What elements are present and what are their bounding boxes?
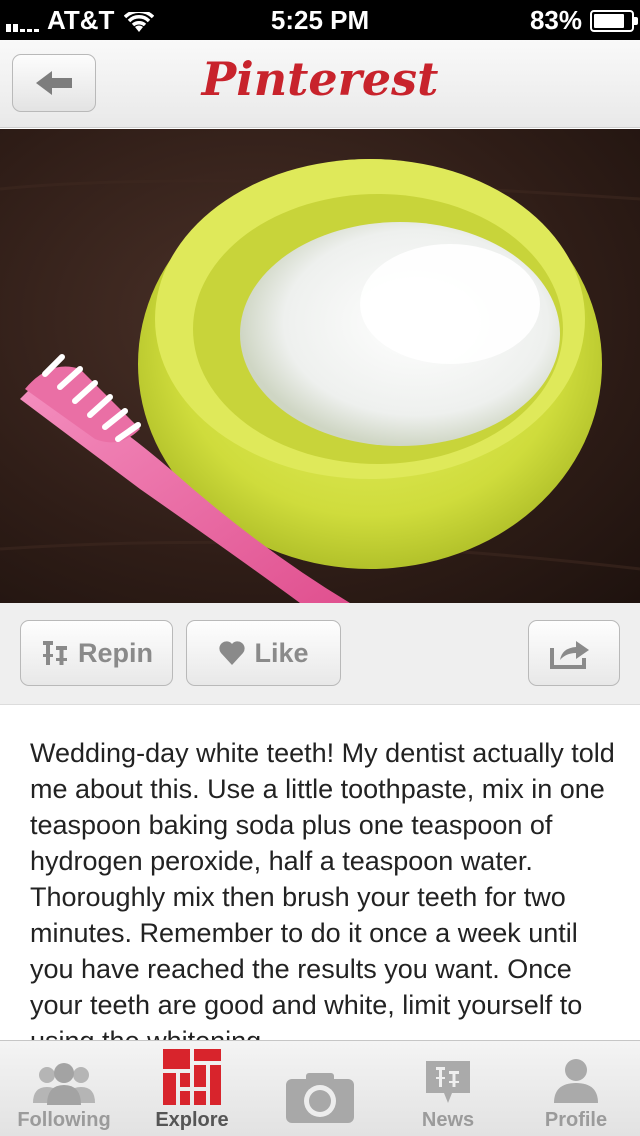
like-label: Like xyxy=(254,637,309,668)
tab-label-news: News xyxy=(421,1109,475,1131)
battery-percent: 83% xyxy=(529,5,582,35)
explore-icon xyxy=(163,1049,221,1105)
tab-explore[interactable]: Explore xyxy=(128,1041,256,1136)
heart-icon xyxy=(219,641,246,665)
tab-news[interactable]: News xyxy=(384,1041,512,1136)
tab-label-profile: Profile xyxy=(544,1109,608,1131)
status-bar: AT&T 5:25 PM 83% xyxy=(0,0,640,40)
profile-icon xyxy=(551,1049,601,1105)
repin-button[interactable]: Repin xyxy=(20,620,173,686)
share-icon xyxy=(550,641,589,669)
pin-description: Wedding-day white teeth! My dentist actu… xyxy=(30,738,615,1040)
pinterest-logo[interactable]: Pinterest xyxy=(0,52,640,106)
tab-label-explore: Explore xyxy=(155,1109,229,1131)
news-icon xyxy=(424,1049,472,1105)
tab-label-following: Following xyxy=(17,1109,111,1131)
tab-following[interactable]: Following xyxy=(0,1041,128,1136)
repin-icon xyxy=(42,641,67,665)
pin-photo-illustration xyxy=(0,159,640,603)
tab-camera[interactable] xyxy=(256,1041,384,1136)
tab-bar: Following Explore News Profile xyxy=(0,1040,640,1136)
tab-profile[interactable]: Profile xyxy=(512,1041,640,1136)
nav-bar: Pinterest xyxy=(0,40,640,128)
battery-icon xyxy=(590,9,638,32)
following-icon xyxy=(29,1049,99,1105)
pin-photo[interactable] xyxy=(0,129,640,603)
share-button[interactable] xyxy=(528,620,620,686)
repin-label: Repin xyxy=(77,637,153,668)
status-right: 83% xyxy=(529,5,638,36)
camera-icon xyxy=(284,1049,356,1125)
like-button[interactable]: Like xyxy=(186,620,341,686)
pin-action-bar: Repin Like xyxy=(0,603,640,705)
